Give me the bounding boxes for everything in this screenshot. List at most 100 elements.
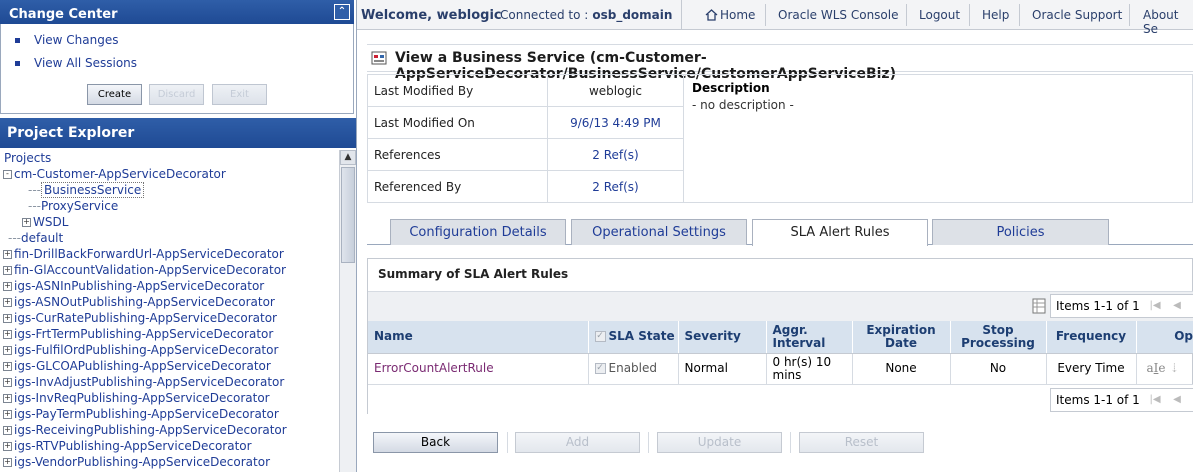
col-options[interactable]: Op — [1136, 321, 1193, 354]
stop-processing-cell: No — [950, 353, 1047, 385]
expand-icon[interactable]: + — [3, 250, 12, 259]
table-settings-icon[interactable] — [1032, 298, 1046, 314]
tree-item-label: igs-ASNInPublishing-AppServiceDecorator — [14, 279, 265, 293]
tree-item-label: igs-InvReqPublishing-AppServiceDecorator — [14, 391, 270, 405]
expand-icon[interactable]: + — [3, 426, 12, 435]
home-icon[interactable] — [705, 9, 718, 21]
create-button[interactable]: Create — [87, 84, 142, 105]
tab-configuration-details[interactable]: Configuration Details — [390, 219, 566, 245]
tree-item[interactable]: - cm-Customer-AppServiceDecorator — [3, 167, 226, 183]
expand-icon[interactable]: + — [3, 266, 12, 275]
expand-icon[interactable]: + — [22, 218, 31, 227]
tree-item-label: WSDL — [33, 215, 69, 229]
view-changes-link[interactable]: View Changes — [15, 33, 119, 47]
expand-icon[interactable]: + — [3, 458, 12, 467]
rule-name-link[interactable]: ErrorCountAlertRule — [368, 353, 589, 385]
expand-icon[interactable]: + — [3, 298, 12, 307]
description-value: - no description - — [692, 98, 794, 112]
col-sla-state[interactable]: ✓ SLA State — [588, 321, 679, 354]
info-row-last-modified-on: Last Modified On 9/6/13 4:49 PM — [368, 107, 683, 139]
tree-item[interactable]: + igs-VendorPublishing-AppServiceDecorato… — [3, 455, 270, 471]
top-bar: Welcome, weblogic Connected to : osb_doma… — [357, 0, 1193, 36]
prev-page-icon[interactable]: ◀ — [1169, 297, 1185, 315]
expand-icon[interactable]: + — [3, 314, 12, 323]
tree-scrollbar[interactable]: ▲ — [339, 150, 356, 472]
expand-icon[interactable]: + — [3, 394, 12, 403]
tree-item-label: default — [21, 231, 64, 245]
tree-item[interactable]: + igs-GLCOAPublishing-AppServiceDecorator — [3, 359, 271, 375]
tree-item[interactable]: + igs-ASNOutPublishing-AppServiceDecorato… — [3, 295, 275, 311]
wls-console-link[interactable]: Oracle WLS Console — [778, 8, 898, 22]
col-aggr-interval[interactable]: Aggr. Interval — [766, 321, 853, 354]
sla-state-checkbox[interactable]: ✓ — [594, 363, 606, 374]
select-all-checkbox[interactable]: ✓ — [594, 331, 606, 343]
first-page-icon[interactable]: |◀ — [1147, 297, 1163, 315]
expand-icon[interactable]: + — [3, 378, 12, 387]
tree-item[interactable]: Projects — [4, 151, 51, 167]
reset-button[interactable]: Reset — [799, 432, 924, 453]
expand-icon[interactable]: + — [3, 442, 12, 451]
tree-item[interactable]: + igs-InvReqPublishing-AppServiceDecorato… — [3, 391, 270, 407]
tree-item-label: BusinessService — [41, 182, 145, 198]
tree-item[interactable]: --- BusinessService — [28, 182, 145, 199]
info-row-references: References 2 Ref(s) — [368, 139, 683, 171]
pager-top: Items 1-1 of 1 |◀ ◀ — [1050, 294, 1193, 318]
add-button[interactable]: Add — [515, 432, 640, 453]
referenced-by-link[interactable]: 2 Ref(s) — [548, 180, 683, 194]
scroll-thumb[interactable] — [341, 167, 355, 263]
tree-item[interactable]: + fin-GlAccountValidation-AppServiceDecor… — [3, 263, 286, 279]
tree-item[interactable]: + igs-ReceivingPublishing-AppServiceDecor… — [3, 423, 287, 439]
oracle-support-link[interactable]: Oracle Support — [1032, 8, 1122, 22]
tree-item[interactable]: + igs-FrtTermPublishing-AppServiceDecorat… — [3, 327, 273, 343]
home-link[interactable]: Home — [720, 8, 755, 22]
tree-item[interactable]: + igs-FulfilOrdPublishing-AppServiceDecor… — [3, 343, 278, 359]
logout-link[interactable]: Logout — [919, 8, 960, 22]
about-link[interactable]: About Se — [1143, 8, 1193, 36]
prev-page-icon[interactable]: ◀ — [1169, 391, 1185, 409]
expand-icon[interactable]: + — [3, 330, 12, 339]
tree-item-label: igs-FrtTermPublishing-AppServiceDecorato… — [14, 327, 274, 341]
first-page-icon[interactable]: |◀ — [1147, 391, 1163, 409]
discard-button[interactable]: Discard — [149, 84, 204, 105]
left-panel: Change Center ⌃ View Changes View All Se… — [0, 0, 357, 472]
col-frequency[interactable]: Frequency — [1046, 321, 1137, 354]
last-modified-on-link[interactable]: 9/6/13 4:49 PM — [548, 116, 683, 130]
collapse-icon[interactable]: - — [3, 170, 12, 179]
tree-item[interactable]: + igs-ASNInPublishing-AppServiceDecorator — [3, 279, 264, 295]
expand-icon[interactable]: + — [3, 346, 12, 355]
update-button[interactable]: Update — [657, 432, 782, 453]
help-link[interactable]: Help — [982, 8, 1009, 22]
tree-item[interactable]: + igs-PayTermPublishing-AppServiceDecorat… — [3, 407, 279, 423]
summary-title: Summary of SLA Alert Rules — [378, 267, 569, 281]
view-all-sessions-link[interactable]: View All Sessions — [15, 56, 137, 70]
col-name[interactable]: Name — [368, 321, 589, 354]
tree-item[interactable]: + igs-RTVPublishing-AppServiceDecorator — [3, 439, 252, 455]
tree-item[interactable]: ---ProxyService — [28, 199, 118, 215]
project-tree: Projects - cm-Customer-AppServiceDecorator… — [0, 150, 339, 472]
tree-item[interactable]: + igs-InvAdjustPublishing-AppServiceDecor… — [3, 375, 284, 391]
expand-icon[interactable]: + — [3, 282, 12, 291]
expand-icon[interactable]: + — [3, 362, 12, 371]
tab-operational-settings[interactable]: Operational Settings — [571, 219, 747, 245]
collapse-icon[interactable]: ⌃ — [334, 4, 350, 20]
edit-rule-icon[interactable]: aIe ⇣ — [1136, 353, 1193, 385]
tree-item[interactable]: ---default — [8, 231, 63, 247]
bullet-icon — [15, 38, 20, 43]
tree-item[interactable]: + WSDL — [22, 215, 68, 231]
tree-item[interactable]: + fin-DrillBackForwardUrl-AppServiceDecor… — [3, 247, 284, 263]
tab-sla-alert-rules[interactable]: SLA Alert Rules — [752, 219, 928, 246]
references-link[interactable]: 2 Ref(s) — [548, 148, 683, 162]
back-button[interactable]: Back — [373, 432, 498, 453]
exit-button[interactable]: Exit — [212, 84, 267, 105]
tab-policies[interactable]: Policies — [932, 219, 1109, 245]
col-expiration-date[interactable]: Expiration Date — [852, 321, 951, 354]
tree-item[interactable]: + igs-CurRatePublishing-AppServiceDecorat… — [3, 311, 277, 327]
scroll-up-icon[interactable]: ▲ — [340, 150, 356, 165]
col-severity[interactable]: Severity — [678, 321, 767, 354]
pager-text: Items 1-1 of 1 — [1056, 299, 1140, 313]
tree-item-label: fin-GlAccountValidation-AppServiceDecora… — [14, 263, 286, 277]
expand-icon[interactable]: + — [3, 410, 12, 419]
col-stop-processing[interactable]: Stop Processing — [950, 321, 1047, 354]
bullet-icon — [15, 61, 20, 66]
tree-item-label: igs-ReceivingPublishing-AppServiceDecora… — [14, 423, 287, 437]
